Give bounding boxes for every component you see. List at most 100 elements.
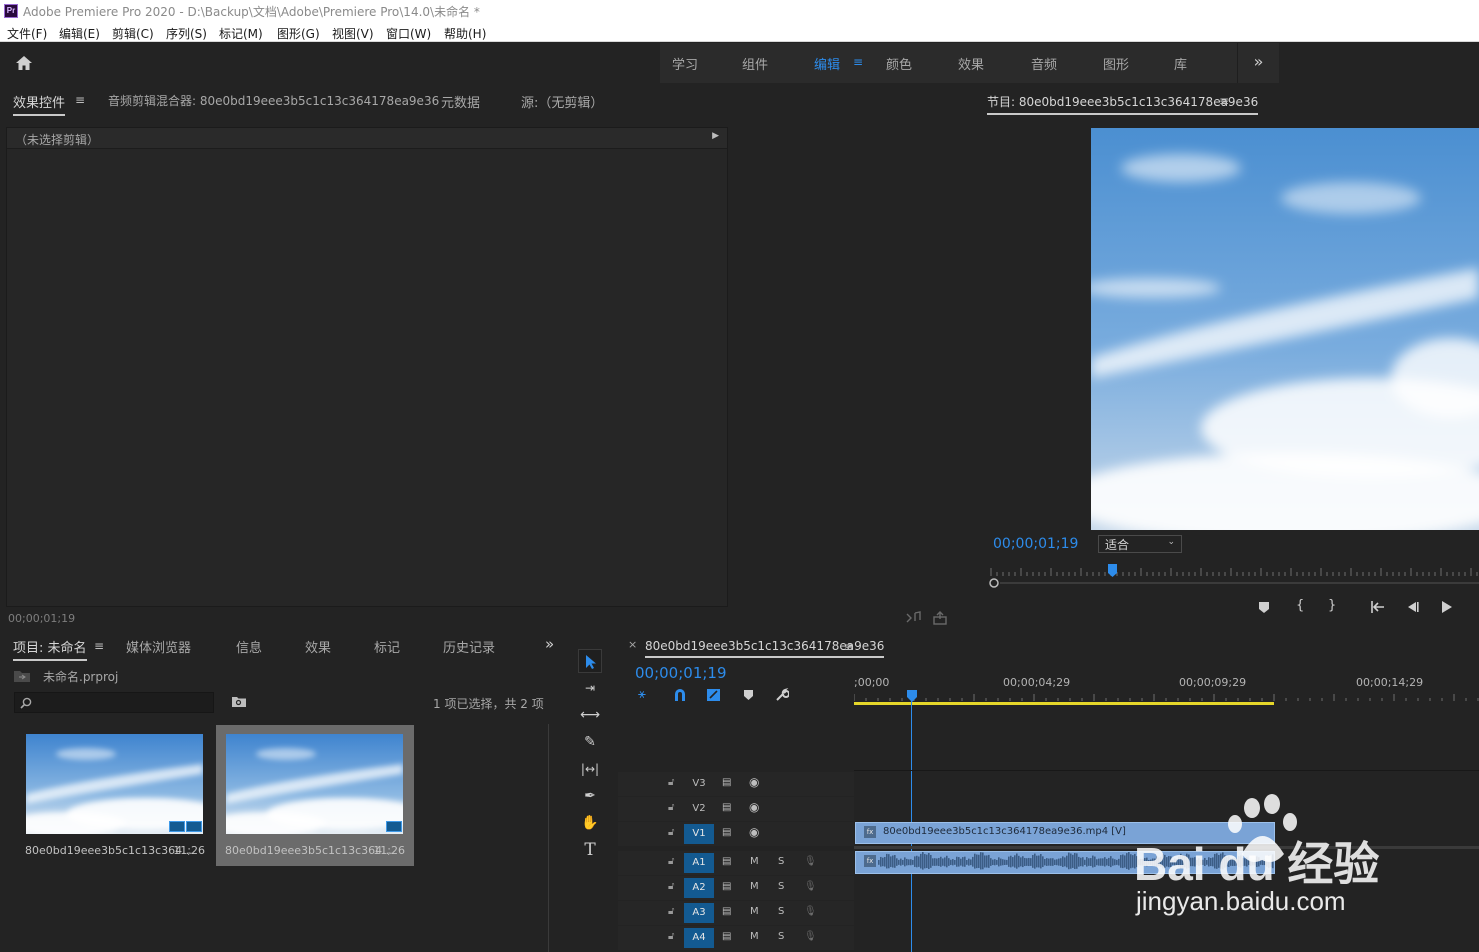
lock-icon[interactable]: 🔓︎ [668, 777, 674, 788]
program-title[interactable]: 节目: 80e0bd19eee3b5c1c13c364178ea9e36 [987, 93, 1259, 115]
lock-icon[interactable]: 🔓︎ [668, 856, 674, 867]
menu-clip[interactable]: 剪辑(C) [112, 25, 154, 42]
ripple-edit-tool-icon[interactable]: ⟷ [578, 703, 602, 727]
tab-audio-clip-mixer[interactable]: 音频剪辑混合器: 80e0bd19eee3b5c1c13c364178ea9e3… [108, 92, 439, 109]
tab-info[interactable]: 信息 [236, 637, 262, 656]
timeline-menu-icon[interactable]: ≡ [844, 640, 854, 654]
menu-view[interactable]: 视图(V) [332, 25, 374, 42]
timeline-ruler[interactable] [854, 688, 1479, 708]
eye-icon[interactable]: ◉ [749, 800, 759, 814]
workspace-overflow-icon[interactable]: » [1237, 43, 1279, 83]
program-menu-icon[interactable]: ≡ [1219, 94, 1229, 108]
close-sequence-icon[interactable]: × [628, 638, 637, 651]
workspace-tab-learn[interactable]: 学习 [672, 54, 698, 73]
track-target-a1[interactable]: A1 [684, 853, 714, 873]
expand-arrow-icon[interactable]: ▶ [712, 131, 719, 141]
program-video-frame[interactable] [1091, 128, 1479, 530]
track-target-a4[interactable]: A4 [684, 928, 714, 948]
mark-out-icon[interactable]: } [1328, 598, 1336, 613]
video-clip[interactable]: fx 80e0bd19eee3b5c1c13c364178ea9e36.mp4 … [855, 822, 1275, 844]
slip-tool-icon[interactable]: |↔| [578, 757, 602, 781]
menu-window[interactable]: 窗口(W) [386, 25, 431, 42]
home-icon[interactable] [14, 53, 34, 73]
lock-icon[interactable]: 🔓︎ [668, 931, 674, 942]
export-icon[interactable] [932, 611, 948, 625]
solo-button[interactable]: S [778, 906, 784, 917]
workspace-menu-icon[interactable]: ≡ [853, 55, 863, 69]
sync-lock-icon[interactable]: ▤ [722, 856, 731, 867]
project-item[interactable]: 80e0bd19eee3b5c1c13c364... 11;26 [216, 725, 414, 866]
menu-edit[interactable]: 编辑(E) [59, 25, 100, 42]
filter-audio-icon[interactable] [906, 611, 922, 625]
playhead-icon[interactable] [906, 689, 918, 703]
mic-icon[interactable]: 🎙︎ [804, 931, 817, 942]
razor-tool-icon[interactable]: ✎ [578, 730, 602, 754]
step-back-icon[interactable] [1405, 600, 1419, 614]
workspace-tab-graphics[interactable]: 图形 [1103, 54, 1129, 73]
add-marker-icon[interactable] [1257, 600, 1271, 614]
workspace-tab-effects[interactable]: 效果 [958, 54, 984, 73]
sync-lock-icon[interactable]: ▤ [722, 802, 731, 813]
workspace-tab-audio[interactable]: 音频 [1031, 54, 1057, 73]
solo-button[interactable]: S [778, 931, 784, 942]
project-item[interactable]: 80e0bd19eee3b5c1c13c364... 11;26 [16, 725, 214, 866]
project-overflow-icon[interactable]: » [545, 635, 554, 653]
tab-source[interactable]: 源:（无剪辑） [521, 92, 603, 111]
mute-button[interactable]: M [750, 931, 759, 942]
track-target-v1[interactable]: V1 [684, 824, 714, 844]
audio-clip[interactable]: fx [855, 851, 1275, 874]
panel-menu-icon[interactable]: ≡ [75, 93, 85, 107]
tab-media-browser[interactable]: 媒体浏览器 [126, 637, 191, 656]
project-search-input[interactable] [14, 692, 214, 713]
workspace-tab-assembly[interactable]: 组件 [742, 54, 768, 73]
menu-sequence[interactable]: 序列(S) [166, 25, 207, 42]
zoom-select[interactable]: 适合 ⌄ [1098, 535, 1182, 553]
add-marker-icon[interactable] [743, 689, 754, 701]
tab-markers[interactable]: 标记 [374, 637, 400, 656]
tab-effects[interactable]: 效果 [305, 637, 331, 656]
solo-button[interactable]: S [778, 881, 784, 892]
mark-in-icon[interactable]: { [1296, 598, 1304, 613]
lock-icon[interactable]: 🔓︎ [668, 906, 674, 917]
tab-history[interactable]: 历史记录 [443, 637, 495, 656]
mute-button[interactable]: M [750, 906, 759, 917]
sync-lock-icon[interactable]: ▤ [722, 906, 731, 917]
pen-tool-icon[interactable]: ✒ [578, 784, 602, 808]
mic-icon[interactable]: 🎙︎ [804, 856, 817, 867]
lock-icon[interactable]: 🔓︎ [668, 881, 674, 892]
hand-tool-icon[interactable]: ✋ [578, 811, 602, 835]
play-icon[interactable] [1439, 600, 1453, 614]
type-tool-icon[interactable]: T [578, 838, 602, 862]
lock-icon[interactable]: 🔓︎ [668, 827, 674, 838]
mic-icon[interactable]: 🎙︎ [804, 881, 817, 892]
track-target-a3[interactable]: A3 [684, 903, 714, 923]
menu-file[interactable]: 文件(F) [7, 25, 47, 42]
track-target-v3[interactable]: V3 [684, 774, 714, 794]
menu-graphics[interactable]: 图形(G) [277, 25, 320, 42]
mute-button[interactable]: M [750, 881, 759, 892]
workspace-tab-libraries[interactable]: 库 [1174, 54, 1187, 73]
tab-effect-controls[interactable]: 效果控件 [13, 92, 66, 116]
tab-metadata[interactable]: 元数据 [441, 92, 480, 111]
go-to-in-icon[interactable] [1370, 600, 1386, 614]
menu-help[interactable]: 帮助(H) [444, 25, 486, 42]
track-target-a2[interactable]: A2 [684, 878, 714, 898]
linked-selection-icon[interactable] [706, 688, 721, 702]
workspace-tab-color[interactable]: 颜色 [886, 54, 912, 73]
lock-icon[interactable]: 🔓︎ [668, 802, 674, 813]
solo-button[interactable]: S [778, 856, 784, 867]
project-menu-icon[interactable]: ≡ [94, 639, 104, 653]
sync-lock-icon[interactable]: ▤ [722, 931, 731, 942]
program-timecode[interactable]: 00;00;01;19 [993, 536, 1078, 552]
eye-icon[interactable]: ◉ [749, 775, 759, 789]
selection-tool-icon[interactable] [578, 649, 602, 673]
workspace-tab-editing[interactable]: 编辑 [814, 54, 840, 73]
find-bin-icon[interactable] [231, 695, 247, 708]
snap-magnet-icon[interactable] [673, 688, 687, 702]
mic-icon[interactable]: 🎙︎ [804, 906, 817, 917]
sync-lock-icon[interactable]: ▤ [722, 777, 731, 788]
wrench-settings-icon[interactable] [775, 688, 789, 702]
menu-marker[interactable]: 标记(M) [219, 25, 263, 42]
track-select-tool-icon[interactable]: ⇥ [578, 676, 602, 700]
eye-icon[interactable]: ◉ [749, 825, 759, 839]
